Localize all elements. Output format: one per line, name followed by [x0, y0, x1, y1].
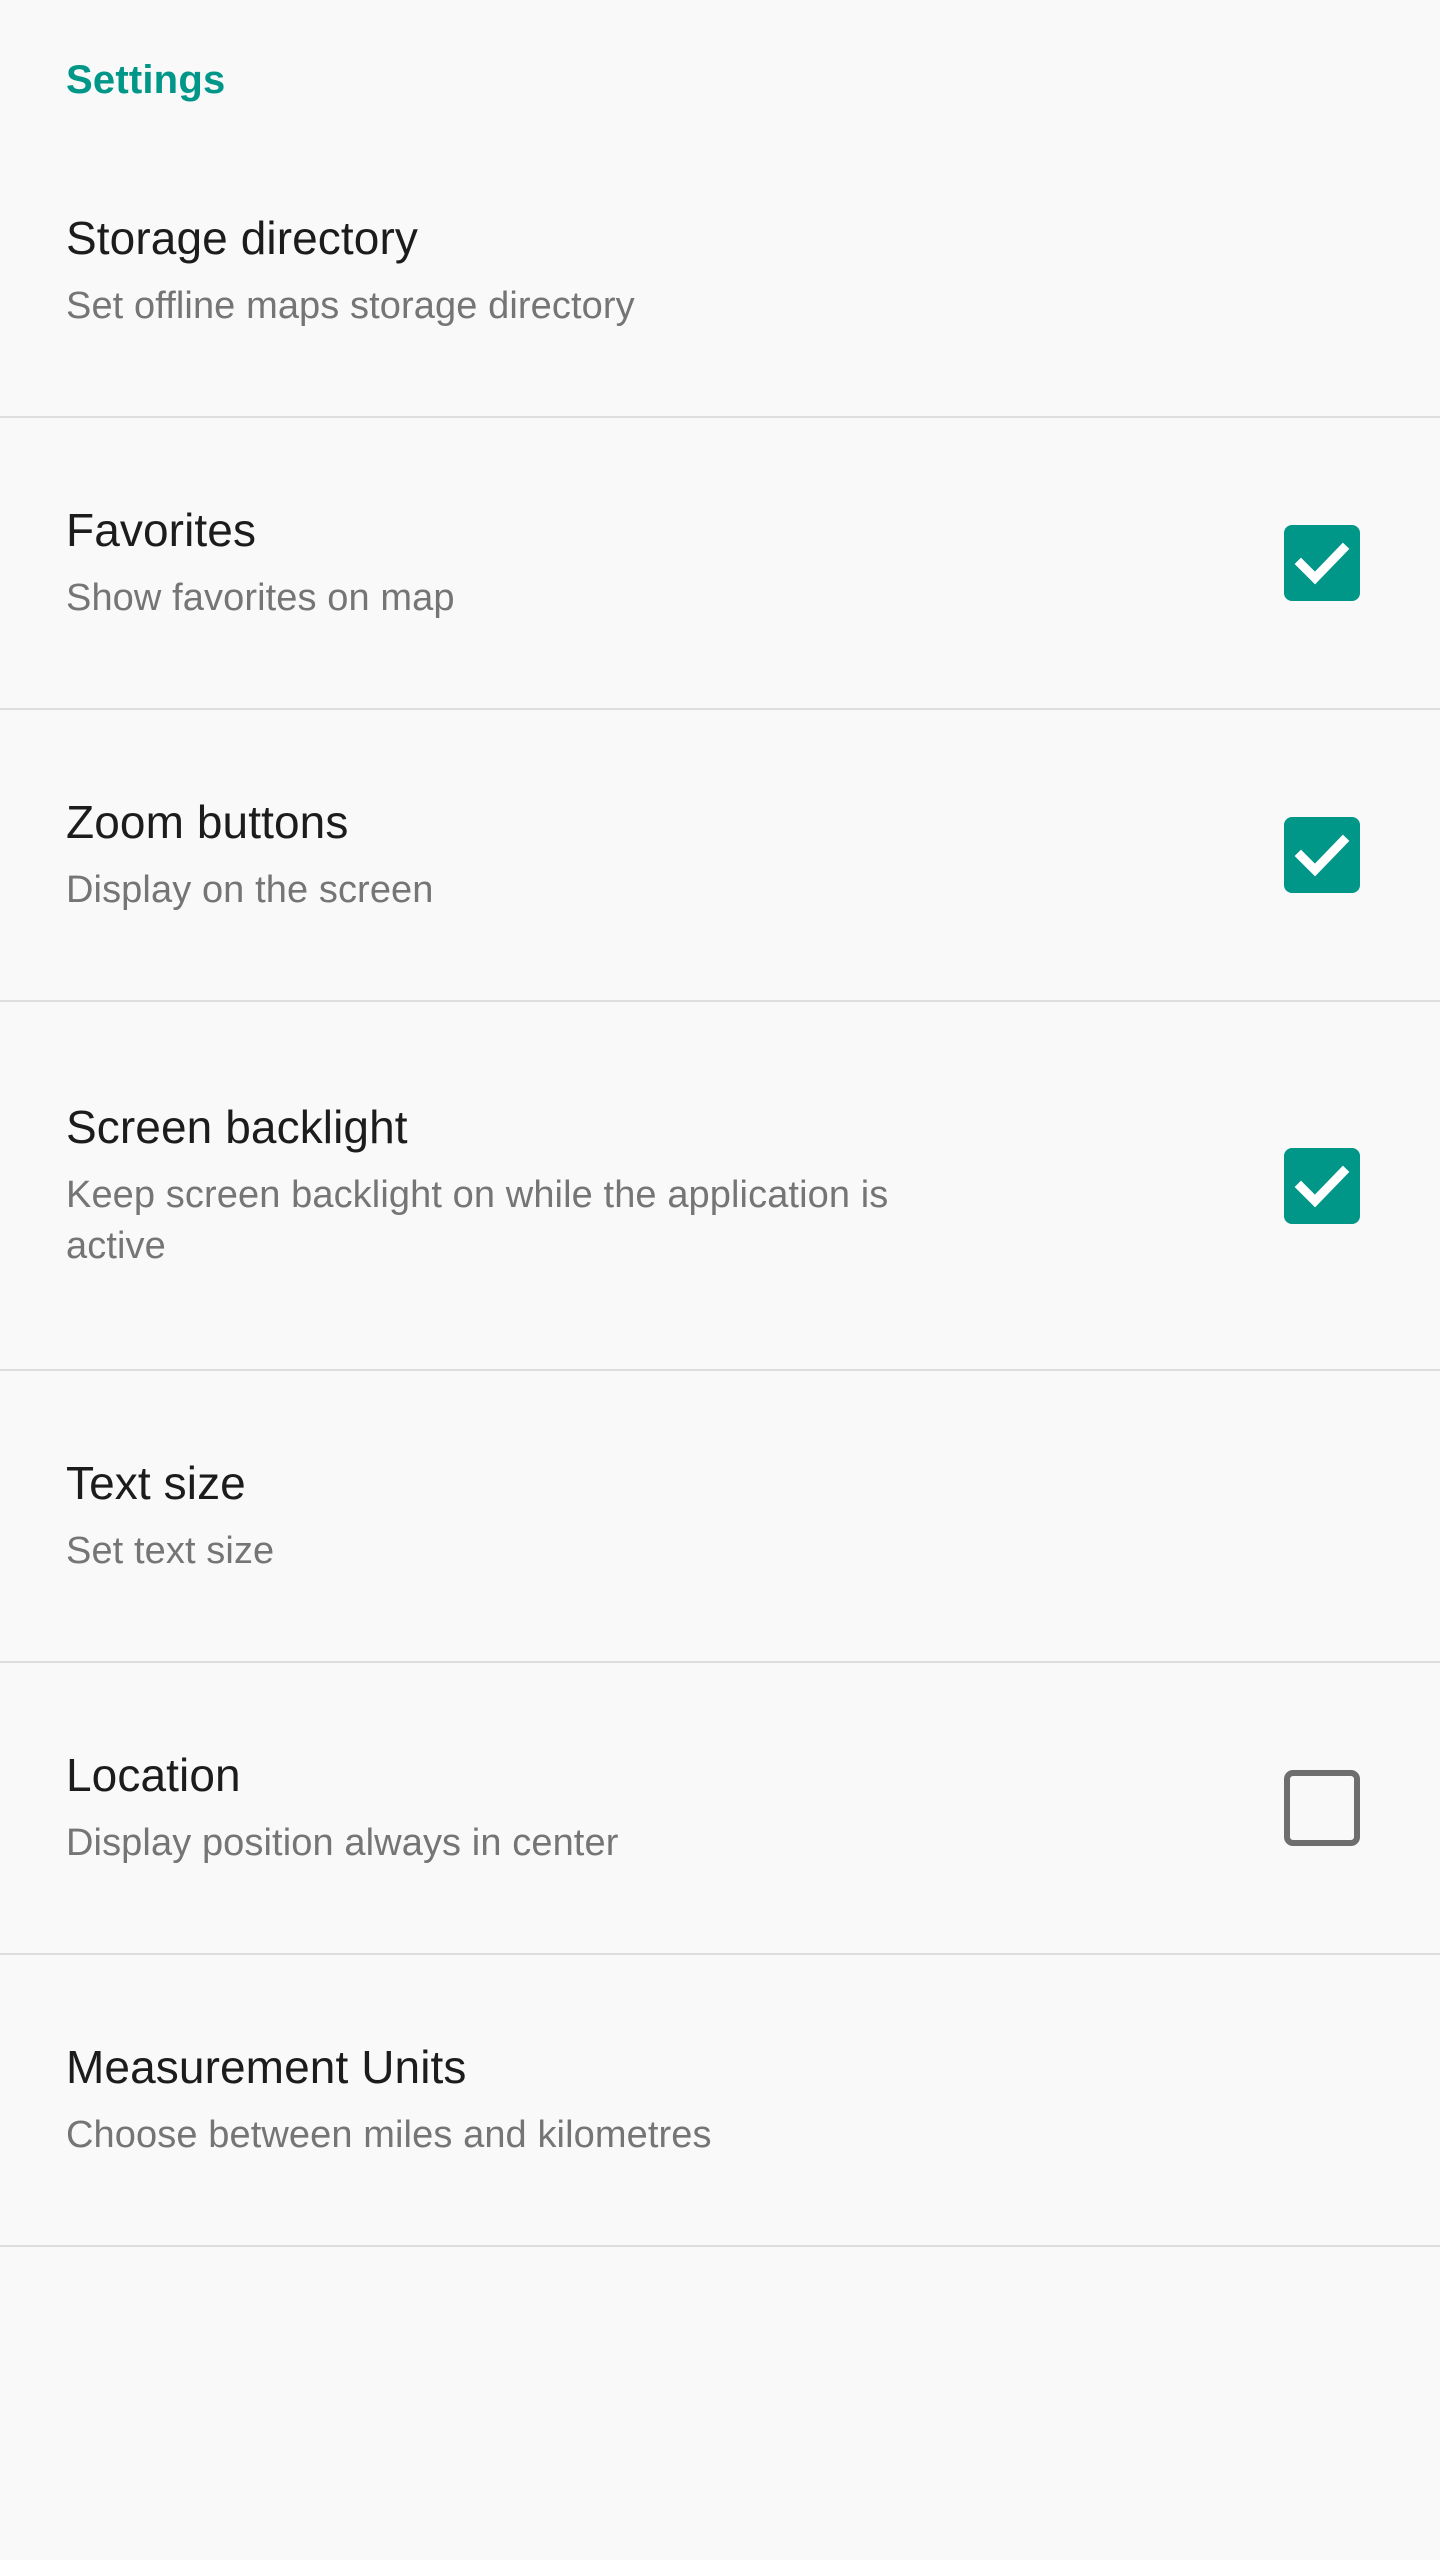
preference-title: Location [66, 1748, 241, 1801]
preference-row-favorites[interactable]: Favorites Show favorites on map [0, 418, 1440, 708]
preference-row-measurement-units[interactable]: Measurement Units Choose between miles a… [0, 1955, 1440, 2245]
checkbox-unchecked-icon[interactable] [1284, 1770, 1360, 1846]
checkbox-checked-icon[interactable] [1284, 525, 1360, 601]
checkbox-checked-icon[interactable] [1284, 817, 1360, 893]
section-header-label: Settings [66, 58, 226, 102]
divider [0, 2245, 1440, 2247]
preference-summary: Choose between miles and kilometres [66, 2114, 712, 2157]
preference-list: Storage directory Set offline maps stora… [0, 126, 1440, 2247]
preference-title: Text size [66, 1456, 246, 1509]
preference-row-screen-backlight[interactable]: Screen backlight Keep screen backlight o… [0, 1002, 1440, 1369]
preference-title: Favorites [66, 503, 257, 556]
preference-summary: Set offline maps storage directory [66, 285, 635, 328]
settings-screen: Settings Storage directory Set offline m… [0, 0, 1440, 2560]
preference-summary: Display on the screen [66, 869, 434, 912]
checkbox-checked-icon[interactable] [1284, 1147, 1360, 1224]
preference-title: Storage directory [66, 211, 418, 264]
preference-row-storage-directory[interactable]: Storage directory Set offline maps stora… [0, 126, 1440, 416]
preference-widget [1268, 817, 1376, 893]
preference-text: Text size Set text size [66, 1456, 1376, 1576]
preference-text: Screen backlight Keep screen backlight o… [66, 1100, 1268, 1271]
preference-summary: Set text size [66, 1530, 275, 1573]
preference-row-location[interactable]: Location Display position always in cent… [0, 1663, 1440, 1953]
preference-widget [1268, 1770, 1376, 1846]
preference-text: Location Display position always in cent… [66, 1748, 1268, 1868]
preference-text: Measurement Units Choose between miles a… [66, 2040, 1376, 2160]
section-header: Settings [0, 0, 1440, 126]
preference-widget [1268, 1147, 1376, 1224]
preference-text: Favorites Show favorites on map [66, 503, 1268, 623]
preference-widget [1268, 525, 1376, 601]
preference-text: Storage directory Set offline maps stora… [66, 211, 1376, 331]
preference-row-zoom-buttons[interactable]: Zoom buttons Display on the screen [0, 710, 1440, 1000]
preference-title: Measurement Units [66, 2040, 467, 2093]
preference-summary: Show favorites on map [66, 577, 455, 620]
preference-text: Zoom buttons Display on the screen [66, 795, 1268, 915]
preference-row-text-size[interactable]: Text size Set text size [0, 1371, 1440, 1661]
preference-summary: Keep screen backlight on while the appli… [66, 1174, 889, 1267]
preference-summary: Display position always in center [66, 1822, 619, 1865]
preference-title: Zoom buttons [66, 795, 349, 848]
preference-title: Screen backlight [66, 1101, 408, 1154]
